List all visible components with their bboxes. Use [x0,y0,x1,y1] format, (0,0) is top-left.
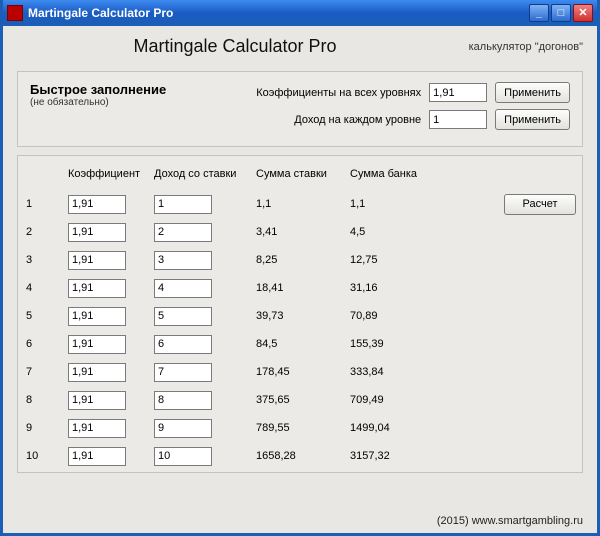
bet-value: 8,25 [256,254,350,266]
table-panel: Коэффициент Доход со ставки Сумма ставки… [17,155,583,473]
row-index: 10 [20,450,68,462]
bank-value: 155,39 [350,338,444,350]
bet-value: 789,55 [256,422,350,434]
quickfill-heading-block: Быстрое заполнение (не обязательно) [30,82,200,108]
row-index: 3 [20,254,68,266]
footer-text: (2015) www.smartgambling.ru [437,515,583,527]
table-row: 2 3,414,5 [20,218,580,246]
bank-value: 70,89 [350,310,444,322]
bet-value: 18,41 [256,282,350,294]
table-row: 3 8,2512,75 [20,246,580,274]
minimize-button[interactable]: _ [529,4,549,22]
table-row: 8 375,65709,49 [20,386,580,414]
income-input[interactable] [154,251,212,270]
row-index: 4 [20,282,68,294]
row-index: 8 [20,394,68,406]
income-input[interactable] [154,335,212,354]
table-row: 4 18,4131,16 [20,274,580,302]
bet-value: 375,65 [256,394,350,406]
app-icon [7,5,23,21]
coef-input[interactable] [68,307,126,326]
coef-input[interactable] [68,195,126,214]
income-input[interactable] [154,307,212,326]
bank-value: 1,1 [350,198,444,210]
coef-input[interactable] [68,447,126,466]
col-income-header: Доход со ставки [154,168,256,180]
table-row: 6 84,5155,39 [20,330,580,358]
table-row: 9 789,551499,04 [20,414,580,442]
row-index: 5 [20,310,68,322]
income-input[interactable] [154,447,212,466]
bet-value: 84,5 [256,338,350,350]
coef-all-label: Коэффициенты на всех уровнях [200,87,421,99]
apply-coef-button[interactable]: Применить [495,82,570,103]
bank-value: 333,84 [350,366,444,378]
row-index: 2 [20,226,68,238]
close-button[interactable]: ✕ [573,4,593,22]
coef-input[interactable] [68,223,126,242]
row-index: 6 [20,338,68,350]
bet-value: 1658,28 [256,450,350,462]
table-row: 10 1658,283157,32 [20,442,580,470]
coef-input[interactable] [68,419,126,438]
table-row: 7 178,45333,84 [20,358,580,386]
coef-input[interactable] [68,391,126,410]
coef-input[interactable] [68,335,126,354]
coef-all-input[interactable] [429,83,487,102]
income-all-label: Доход на каждом уровне [200,114,421,126]
income-input[interactable] [154,223,212,242]
income-input[interactable] [154,391,212,410]
bank-value: 12,75 [350,254,444,266]
income-input[interactable] [154,363,212,382]
titlebar[interactable]: Martingale Calculator Pro _ □ ✕ [3,0,597,26]
coef-input[interactable] [68,279,126,298]
window-title: Martingale Calculator Pro [28,6,529,20]
bank-value: 4,5 [350,226,444,238]
calculate-button[interactable]: Расчет [504,194,576,215]
quickfill-heading: Быстрое заполнение [30,82,200,97]
col-bank-header: Сумма банка [350,168,444,180]
maximize-button[interactable]: □ [551,4,571,22]
page-subtitle: калькулятор "догонов" [453,41,583,53]
income-input[interactable] [154,279,212,298]
row-index: 9 [20,422,68,434]
row-index: 7 [20,366,68,378]
quickfill-note: (не обязательно) [30,97,200,108]
coef-input[interactable] [68,251,126,270]
apply-income-button[interactable]: Применить [495,109,570,130]
col-index-header [20,168,68,180]
row-index: 1 [20,198,68,210]
col-bet-header: Сумма ставки [256,168,350,180]
bank-value: 1499,04 [350,422,444,434]
bet-value: 39,73 [256,310,350,322]
bank-value: 709,49 [350,394,444,406]
table-row: 5 39,7370,89 [20,302,580,330]
coef-input[interactable] [68,363,126,382]
window-buttons: _ □ ✕ [529,4,593,22]
header: Martingale Calculator Pro калькулятор "д… [3,26,597,63]
bet-value: 1,1 [256,198,350,210]
quickfill-panel: Быстрое заполнение (не обязательно) Коэф… [17,71,583,147]
col-coef-header: Коэффициент [68,168,154,180]
table-header-row: Коэффициент Доход со ставки Сумма ставки… [20,164,580,190]
bet-value: 178,45 [256,366,350,378]
bank-value: 31,16 [350,282,444,294]
table-row: 1 1,11,1 Расчет [20,190,580,218]
page-title: Martingale Calculator Pro [17,36,453,57]
bank-value: 3157,32 [350,450,444,462]
income-all-input[interactable] [429,110,487,129]
income-input[interactable] [154,195,212,214]
app-window: Martingale Calculator Pro _ □ ✕ Martinga… [0,0,600,536]
bet-value: 3,41 [256,226,350,238]
income-input[interactable] [154,419,212,438]
